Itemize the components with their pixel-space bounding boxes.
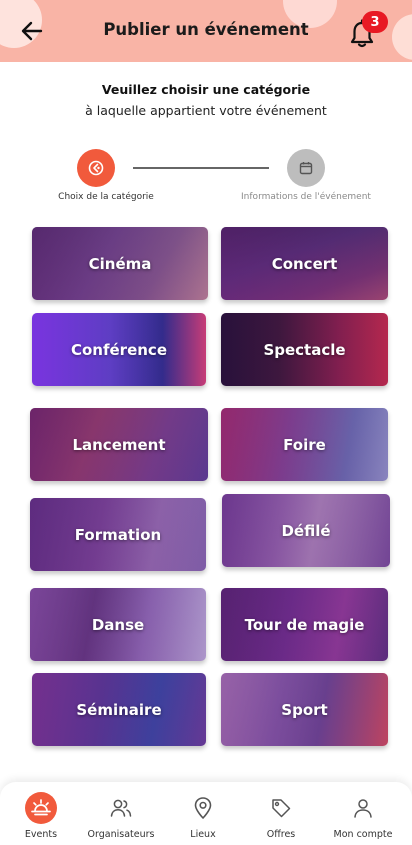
category-card-conference[interactable]: Conférence [32,313,206,386]
category-label: Séminaire [76,700,162,719]
category-card-spectacle[interactable]: Spectacle [221,313,388,386]
step-information[interactable] [287,149,325,187]
tag-icon [265,792,297,824]
nav-item-organisateurs[interactable]: Organisateurs [82,782,160,845]
location-pin-icon [187,792,219,824]
app-screen: Publier un événement 3 Veuillez choisir … [0,0,412,845]
step-information-label: Informations de l'événement [241,192,371,202]
category-label: Cinéma [88,254,152,273]
intro-title: Veuillez choisir une catégorie [101,82,311,97]
arrow-left-icon [21,21,43,41]
stepper-line [133,167,269,169]
users-icon [105,792,137,824]
category-label: Lancement [72,435,166,454]
category-label: Conférence [70,340,167,359]
header-decoration [283,0,337,28]
category-card-danse[interactable]: Danse [30,588,206,661]
user-icon [347,792,379,824]
nav-item-mon-compte[interactable]: Mon compte [328,782,398,845]
category-card-formation[interactable]: Formation [30,498,206,571]
nav-label: Offres [266,829,296,840]
nav-item-events[interactable]: Events [17,782,65,845]
category-label: Formation [74,525,162,544]
step-category-label: Choix de la catégorie [58,192,154,202]
category-label: Concert [271,254,338,273]
category-label: Tour de magie [244,615,365,634]
app-header: Publier un événement 3 [0,0,412,62]
nav-label: Mon compte [333,829,393,840]
step-category[interactable] [77,149,115,187]
category-card-foire[interactable]: Foire [221,408,388,481]
category-card-sport[interactable]: Sport [221,673,388,746]
category-card-defile[interactable]: Défilé [222,494,390,567]
category-label: Sport [281,700,328,719]
intro-subtitle: à laquelle appartient votre événement [85,103,327,118]
header-decoration [392,14,412,60]
nav-item-lieux[interactable]: Lieux [179,782,227,845]
category-card-tour-de-magie[interactable]: Tour de magie [221,588,388,661]
category-card-lancement[interactable]: Lancement [30,408,208,481]
category-card-seminaire[interactable]: Séminaire [32,673,206,746]
nav-item-offres[interactable]: Offres [257,782,305,845]
category-label: Spectacle [263,340,346,359]
category-icon [88,160,104,176]
notification-badge: 3 [362,11,388,33]
bottom-navigation: Events Organisateurs Lieux Offres Mon co… [0,782,412,845]
category-card-concert[interactable]: Concert [221,227,388,300]
category-label: Foire [283,435,326,454]
nav-label: Organisateurs [87,829,155,840]
sunrise-icon [25,792,57,824]
back-button[interactable] [18,17,46,45]
category-label: Danse [91,615,145,634]
nav-label: Lieux [190,829,216,840]
category-label: Défilé [281,521,331,540]
nav-label: Events [24,829,58,840]
calendar-icon [299,162,313,175]
category-card-cinema[interactable]: Cinéma [32,227,208,300]
